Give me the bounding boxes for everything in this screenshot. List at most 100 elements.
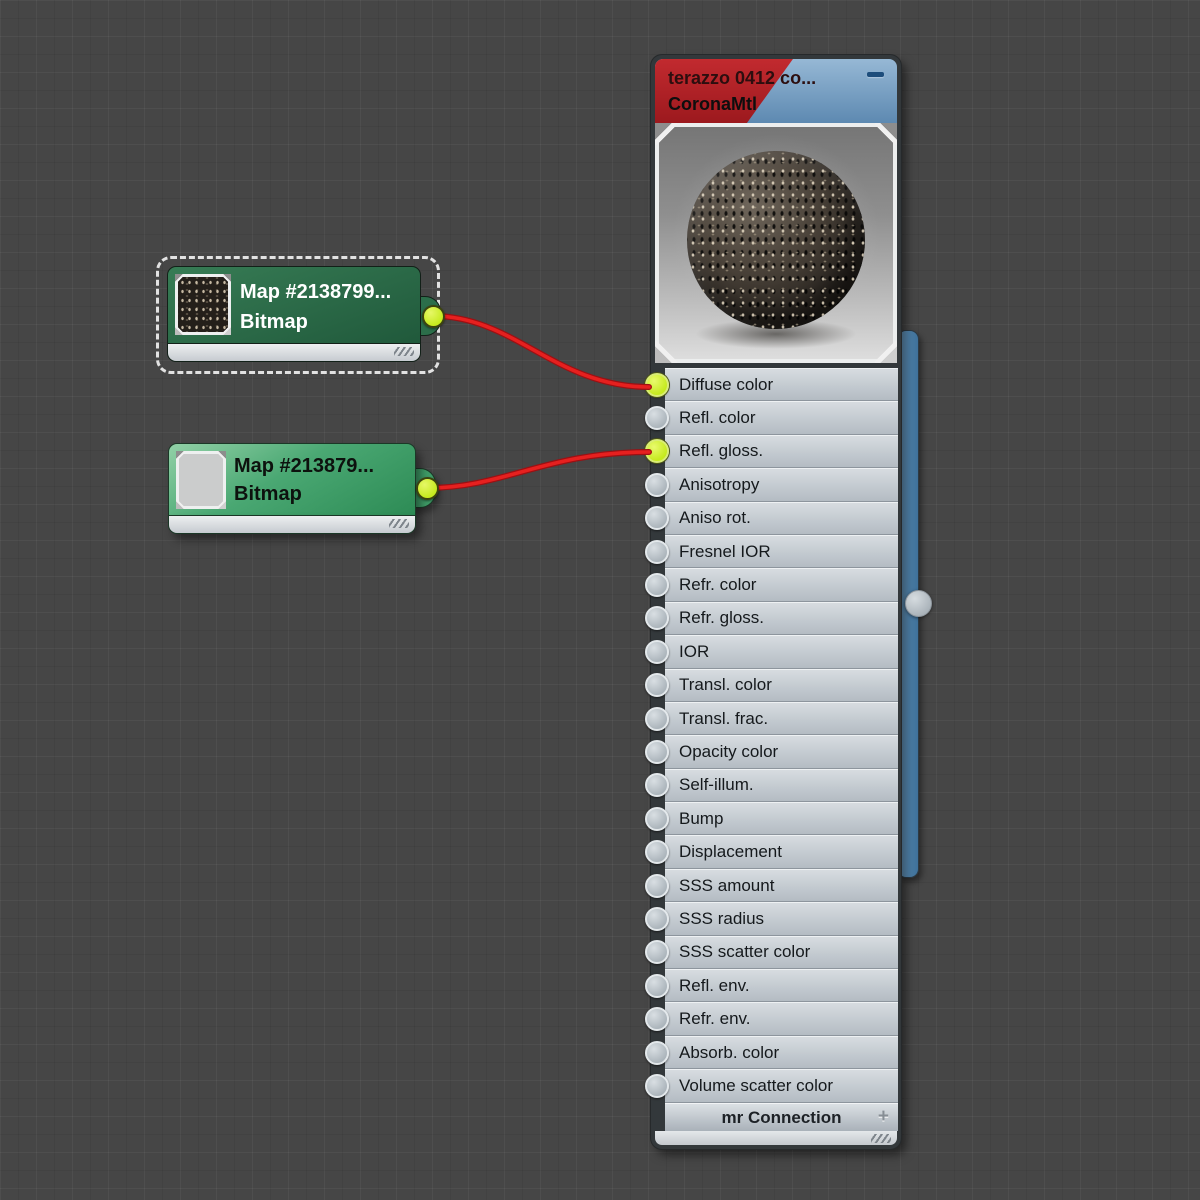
slot-label: Anisotropy bbox=[679, 474, 760, 494]
input-socket-transl-color[interactable] bbox=[645, 673, 669, 698]
wire-map1-to-diffuse-color[interactable] bbox=[430, 313, 652, 390]
slot-label: Displacement bbox=[679, 842, 782, 862]
slot-label: Refl. env. bbox=[679, 975, 750, 995]
input-socket-diffuse-color[interactable] bbox=[645, 372, 669, 397]
connection-wires bbox=[424, 313, 652, 491]
slot-row-displacement: Displacement bbox=[645, 835, 898, 869]
material-node-coronamtl[interactable]: terazzo 0412 co... CoronaMtl Diffuse col… bbox=[645, 55, 901, 1149]
input-socket-refr-gloss[interactable] bbox=[645, 606, 669, 631]
input-socket-refr-env[interactable] bbox=[645, 1007, 669, 1032]
slot-row-sss-scatter-color: SSS scatter color bbox=[645, 935, 898, 970]
slot-row-refl-gloss: Refl. gloss. bbox=[645, 434, 898, 469]
slot-row-anisotropy: Anisotropy bbox=[645, 468, 898, 502]
material-node-title: terazzo 0412 co... bbox=[668, 68, 817, 88]
preview-corner-notch bbox=[655, 123, 677, 145]
slot-label: Transl. frac. bbox=[679, 708, 769, 728]
material-node-header[interactable]: terazzo 0412 co... CoronaMtl bbox=[655, 59, 897, 123]
material-output-socket[interactable] bbox=[905, 590, 932, 617]
resize-grip-icon[interactable] bbox=[871, 1134, 891, 1143]
slot-label: Aniso rot. bbox=[679, 508, 751, 528]
slot-row-diffuse-color: Diffuse color bbox=[645, 368, 898, 402]
map2-type: Bitmap bbox=[234, 483, 302, 505]
input-socket-sss-radius[interactable] bbox=[645, 906, 669, 931]
preview-corner-notch bbox=[875, 341, 897, 363]
map2-resize-strip[interactable] bbox=[168, 516, 416, 534]
slot-row-refr-env: Refr. env. bbox=[645, 1002, 898, 1036]
slot-row-transl-frac: Transl. frac. bbox=[645, 701, 898, 736]
map1-output-socket[interactable] bbox=[422, 305, 445, 328]
input-slot-list: Diffuse color Refl. color Refl. gloss. Anis… bbox=[645, 368, 898, 1103]
input-socket-refr-color[interactable] bbox=[645, 573, 669, 598]
slot-label: Refr. env. bbox=[679, 1009, 751, 1029]
slot-label: Diffuse color bbox=[679, 374, 774, 394]
slot-row-fresnel-ior: Fresnel IOR bbox=[645, 534, 898, 569]
material-preview-sphere bbox=[687, 151, 865, 329]
slot-row-self-illum: Self-illum. bbox=[645, 768, 898, 803]
input-socket-volume-scatter-color[interactable] bbox=[645, 1073, 669, 1098]
slot-label: Refl. color bbox=[679, 408, 756, 428]
resize-grip-icon[interactable] bbox=[394, 347, 414, 356]
map1-resize-strip[interactable] bbox=[167, 344, 421, 362]
slot-label: Refr. color bbox=[679, 575, 757, 595]
slot-label: Refr. gloss. bbox=[679, 608, 765, 628]
input-socket-sss-amount[interactable] bbox=[645, 873, 669, 898]
input-socket-transl-frac[interactable] bbox=[645, 706, 669, 731]
input-socket-opacity-color[interactable] bbox=[645, 739, 669, 764]
slot-label: SSS radius bbox=[679, 908, 765, 928]
material-preview-scene bbox=[659, 127, 893, 359]
map1-thumbnail[interactable] bbox=[175, 274, 231, 335]
slot-row-transl-color: Transl. color bbox=[645, 668, 898, 702]
slot-label: Bump bbox=[679, 808, 724, 828]
slate-material-editor-canvas: terazzo 0412 co... CoronaMtl Diffuse col… bbox=[0, 0, 1200, 1200]
slot-row-refl-env: Refl. env. bbox=[645, 969, 898, 1003]
slot-label: Fresnel IOR bbox=[679, 541, 771, 561]
resize-grip-icon[interactable] bbox=[389, 519, 409, 528]
slot-row-refr-gloss: Refr. gloss. bbox=[645, 601, 898, 636]
preview-corner-notch bbox=[655, 341, 677, 363]
slot-label: Opacity color bbox=[679, 741, 779, 761]
wire-map2-to-refl-gloss[interactable] bbox=[424, 449, 652, 491]
slot-row-opacity-color: Opacity color bbox=[645, 735, 898, 769]
map2-thumbnail[interactable] bbox=[176, 451, 226, 509]
material-node-type: CoronaMtl bbox=[668, 94, 757, 114]
slot-row-sss-amount: SSS amount bbox=[645, 868, 898, 903]
input-socket-sss-scatter-color[interactable] bbox=[645, 940, 669, 965]
material-node-resize-strip[interactable] bbox=[655, 1131, 897, 1145]
map2-title: Map #213879... bbox=[234, 455, 375, 477]
slot-label: Self-illum. bbox=[679, 775, 754, 795]
input-socket-refl-env[interactable] bbox=[645, 973, 669, 998]
slot-row-absorb-color: Absorb. color bbox=[645, 1035, 898, 1070]
collapse-minus-icon[interactable] bbox=[867, 72, 884, 77]
slot-row-aniso-rot: Aniso rot. bbox=[645, 501, 898, 535]
map2-output-socket[interactable] bbox=[416, 477, 439, 500]
slot-label: Refl. gloss. bbox=[679, 441, 764, 461]
slot-label: IOR bbox=[679, 641, 710, 661]
material-preview[interactable] bbox=[655, 123, 897, 363]
slot-row-bump: Bump bbox=[645, 802, 898, 836]
mr-connection-bar[interactable]: mr Connection + bbox=[665, 1103, 898, 1131]
input-socket-aniso-rot[interactable] bbox=[645, 506, 669, 531]
preview-corner-notch bbox=[875, 123, 897, 145]
slot-row-ior: IOR bbox=[645, 635, 898, 669]
slot-row-volume-scatter-color: Volume scatter color bbox=[645, 1069, 898, 1103]
input-socket-absorb-color[interactable] bbox=[645, 1040, 669, 1065]
input-socket-refl-color[interactable] bbox=[645, 406, 669, 431]
slot-label: SSS scatter color bbox=[679, 942, 811, 962]
slot-label: Volume scatter color bbox=[679, 1075, 834, 1095]
slot-label: Transl. color bbox=[679, 675, 772, 695]
plus-icon[interactable]: + bbox=[878, 1106, 889, 1128]
slot-row-sss-radius: SSS radius bbox=[645, 902, 898, 936]
input-socket-ior[interactable] bbox=[645, 639, 669, 664]
input-socket-refl-gloss[interactable] bbox=[645, 439, 669, 464]
map1-type: Bitmap bbox=[240, 311, 308, 333]
input-socket-bump[interactable] bbox=[645, 806, 669, 831]
slot-row-refl-color: Refl. color bbox=[645, 401, 898, 435]
input-socket-displacement[interactable] bbox=[645, 840, 669, 865]
slot-label: SSS amount bbox=[679, 875, 775, 895]
input-socket-self-illum[interactable] bbox=[645, 773, 669, 798]
map1-title: Map #2138799... bbox=[240, 281, 392, 303]
slot-row-refr-color: Refr. color bbox=[645, 568, 898, 602]
input-socket-fresnel-ior[interactable] bbox=[645, 539, 669, 564]
input-socket-anisotropy[interactable] bbox=[645, 472, 669, 497]
slot-label: Absorb. color bbox=[679, 1042, 780, 1062]
